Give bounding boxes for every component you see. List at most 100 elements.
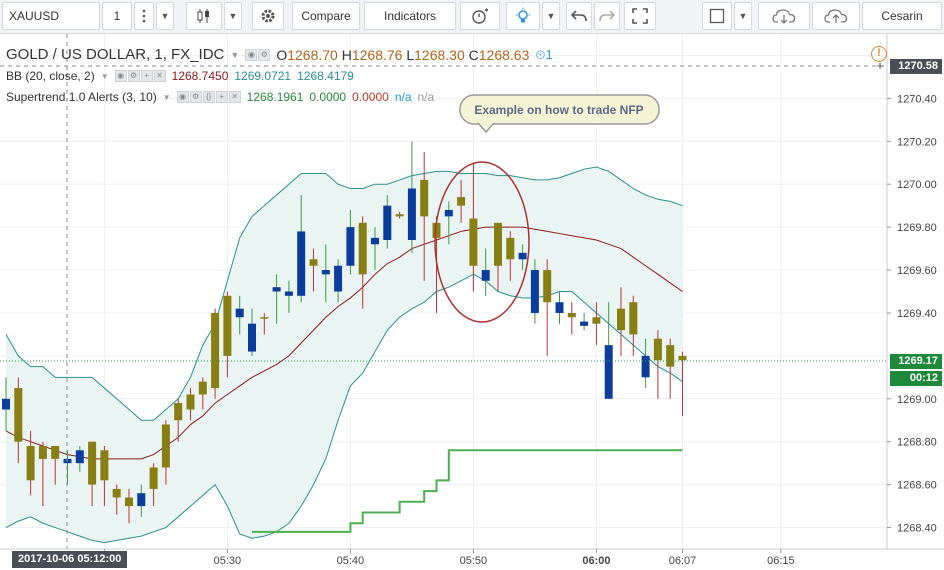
interval-menu-icon[interactable]	[134, 2, 154, 30]
chart-canvas[interactable]: Example on how to trade NFP 1270.40 1270.…	[0, 34, 944, 570]
layout-button[interactable]	[702, 2, 732, 30]
supertrend-value-5: n/a	[417, 90, 435, 104]
undo-icon	[571, 10, 587, 22]
gear-icon	[261, 9, 275, 23]
candle-body	[26, 446, 35, 481]
candle-body	[51, 446, 60, 459]
close-icon[interactable]: ✕	[153, 70, 166, 82]
supertrend-value-3: 0.0000	[352, 90, 389, 104]
candle-body	[494, 222, 502, 266]
interval-text: 1	[113, 9, 121, 23]
ohlc-values: O1268.70 H1268.76 L1268.30 C1268.63	[276, 47, 529, 63]
candle-body	[38, 446, 47, 459]
add-icon[interactable]: +	[215, 91, 228, 103]
user-menu-button[interactable]: Cesarin	[862, 2, 942, 30]
supertrend-tools: ◉ ⚙{} + ✕	[176, 91, 241, 103]
redo-button[interactable]	[594, 2, 620, 30]
crosshair-price-label: 1270.58	[890, 59, 942, 74]
candle-05:58[interactable]	[567, 302, 576, 335]
candle-body	[260, 317, 269, 319]
open-value: 1268.70	[287, 46, 338, 63]
lightbulb-icon	[516, 7, 530, 23]
close-icon[interactable]: ✕	[228, 91, 241, 103]
ideas-button[interactable]	[506, 2, 540, 30]
candle-body	[211, 312, 220, 389]
high-label: H	[341, 46, 352, 63]
price-tick-label: 1270.00	[897, 179, 937, 191]
settings-button[interactable]	[252, 2, 284, 30]
chart-style-dropdown[interactable]: ▼	[224, 2, 242, 30]
price-tick-label: 1270.40	[897, 93, 937, 105]
supertrend-value-2: 0.0000	[309, 90, 347, 104]
chevron-down-icon: ▼	[546, 11, 556, 21]
settings-icon[interactable]: ⚙	[189, 91, 202, 103]
eye-icon[interactable]: ◉	[176, 91, 189, 103]
top-toolbar: XAUUSD 1 ▼ ▼ Compare Indicators ▼ ▼ Cesa…	[0, 0, 944, 34]
candle-body	[395, 214, 404, 217]
redo-icon	[599, 10, 615, 22]
candle-body	[407, 188, 416, 240]
source-icon[interactable]: {}	[202, 91, 215, 103]
supertrend-title: Supertrend 1.0 Alerts (3, 10)	[6, 90, 157, 104]
candle-body	[678, 355, 687, 361]
indicators-label: Indicators	[383, 9, 437, 23]
settings-icon[interactable]: ⚙	[258, 48, 271, 61]
candle-body	[567, 312, 576, 318]
user-name: Cesarin	[881, 9, 923, 23]
undo-button[interactable]	[566, 2, 592, 30]
candle-05:59[interactable]	[580, 312, 589, 331]
alarm-clock-icon	[472, 8, 488, 24]
chevron-down-icon[interactable]: ▼	[163, 93, 171, 102]
time-tick-label: 06:15	[767, 555, 795, 567]
high-value: 1268.76	[351, 46, 403, 63]
save-cloud-button[interactable]	[812, 2, 860, 30]
candle-body	[506, 237, 515, 260]
candle-05:45[interactable]	[407, 141, 416, 253]
symbol-search-input[interactable]: XAUUSD	[2, 2, 100, 30]
chart-area[interactable]: Example on how to trade NFP 1270.40 1270.…	[0, 34, 944, 570]
price-tick-label: 1269.00	[897, 394, 937, 406]
alert-indicator[interactable]: ⏲1	[535, 47, 552, 63]
callout-text: Example on how to trade NFP	[474, 103, 643, 117]
settings-icon[interactable]: ⚙	[127, 70, 140, 82]
indicators-button[interactable]: Indicators	[364, 2, 456, 30]
chart-style-button[interactable]	[186, 2, 222, 30]
time-tick-label: 06:00	[582, 555, 610, 567]
candle-body	[518, 252, 527, 260]
candle-body	[272, 287, 281, 292]
chevron-down-icon: ▼	[160, 11, 170, 21]
fullscreen-button[interactable]	[624, 2, 656, 30]
chevron-down-icon[interactable]: ▼	[101, 72, 109, 81]
candle-05:57[interactable]	[555, 291, 564, 324]
interval-button[interactable]: 1	[102, 2, 132, 30]
candle-body	[371, 237, 379, 245]
price-tick-label: 1268.60	[897, 480, 937, 492]
crosshair-plus-icon[interactable]: +	[873, 59, 887, 73]
candle-05:56[interactable]	[543, 259, 552, 356]
candle-body	[112, 488, 121, 498]
time-tick-label: 06:07	[669, 555, 697, 567]
candle-body	[641, 355, 650, 378]
candle-body	[2, 398, 10, 410]
legend-tools: ◉ ⚙	[245, 48, 271, 61]
ideas-dropdown[interactable]: ▼	[542, 2, 560, 30]
chevron-down-icon[interactable]: ▼	[230, 50, 239, 60]
main-legend: GOLD / US DOLLAR, 1, FX_IDC ▼ ◉ ⚙ O1268.7…	[6, 46, 553, 63]
candle-body	[284, 291, 293, 296]
eye-icon[interactable]: ◉	[245, 48, 258, 61]
price-tick-label: 1269.60	[897, 265, 937, 277]
candle-body	[530, 270, 539, 313]
close-value: 1268.63	[478, 46, 530, 63]
legend-symbol-title: GOLD / US DOLLAR, 1, FX_IDC	[6, 46, 225, 63]
eye-icon[interactable]: ◉	[114, 70, 127, 82]
bb-legend: BB (20, close, 2) ▼ ◉ ⚙ + ✕ 1268.7450 1269.…	[6, 69, 354, 83]
load-cloud-button[interactable]	[758, 2, 810, 30]
candle-05:29[interactable]	[211, 308, 220, 399]
alert-button[interactable]	[460, 2, 500, 30]
candle-body	[223, 295, 232, 356]
compare-button[interactable]: Compare	[292, 2, 360, 30]
layout-dropdown[interactable]: ▼	[734, 2, 752, 30]
interval-dropdown-button[interactable]: ▼	[156, 2, 174, 30]
add-icon[interactable]: +	[140, 70, 153, 82]
time-axis-ticks: 05:2005:3005:4005:5006:0006:0706:15	[91, 549, 795, 567]
